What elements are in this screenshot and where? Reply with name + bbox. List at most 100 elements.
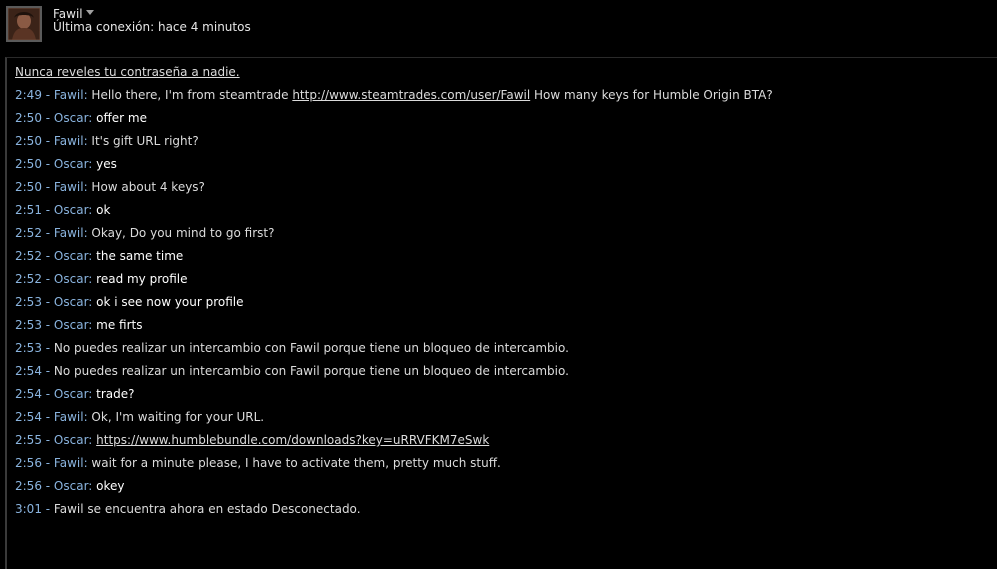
system-message: 3:01 - Fawil se encuentra ahora en estad… — [15, 501, 361, 517]
chat-message: 2:49 - Fawil: Hello there, I'm from stea… — [15, 87, 773, 103]
message-time: 2:50 — [15, 134, 42, 148]
system-text: No puedes realizar un intercambio con Fa… — [53, 341, 569, 355]
chat-message: 2:54 - Oscar: trade? — [15, 386, 135, 402]
message-link[interactable]: https://www.humblebundle.com/downloads?k… — [96, 433, 489, 447]
separator: - — [41, 88, 54, 102]
message-time: 2:52 — [15, 249, 42, 263]
message-time: 2:56 — [15, 456, 42, 470]
message-link[interactable]: http://www.steamtrades.com/user/Fawil — [292, 88, 530, 102]
security-warning: Nunca reveles tu contraseña a nadie. — [15, 65, 240, 79]
system-text: Fawil se encuentra ahora en estado Desco… — [53, 502, 361, 516]
chat-message: 2:55 - Oscar: https://www.humblebundle.c… — [15, 432, 489, 448]
message-sender: Oscar — [53, 157, 89, 171]
separator: : — [88, 387, 97, 401]
message-text: wait for a minute please, I have to acti… — [91, 456, 501, 470]
separator: - — [41, 479, 54, 493]
message-text: me firts — [96, 318, 143, 332]
message-time: 2:52 — [15, 226, 42, 240]
message-sender: Fawil — [53, 88, 84, 102]
message-time: 2:53 — [15, 318, 42, 332]
separator: : — [88, 111, 97, 125]
chat-message: 2:53 - Oscar: ok i see now your profile — [15, 294, 244, 310]
chat-header: Fawil Última conexión: hace 4 minutos — [0, 0, 997, 48]
message-sender: Oscar — [53, 295, 89, 309]
chat-message: 2:53 - Oscar: me firts — [15, 317, 143, 333]
message-sender: Fawil — [53, 456, 84, 470]
message-text: ok — [96, 203, 111, 217]
message-time: 2:54 — [15, 410, 42, 424]
separator: - — [41, 203, 54, 217]
chat-message: 2:56 - Fawil: wait for a minute please, … — [15, 455, 501, 471]
message-text: okey — [96, 479, 125, 493]
avatar[interactable] — [6, 6, 42, 42]
separator: : — [88, 157, 97, 171]
separator: - — [41, 387, 54, 401]
system-message: 2:53 - No puedes realizar un intercambio… — [15, 340, 569, 356]
message-text: read my profile — [96, 272, 188, 286]
chat-message: 2:52 - Oscar: the same time — [15, 248, 183, 264]
message-time: 2:51 — [15, 203, 42, 217]
message-text: offer me — [96, 111, 147, 125]
separator: : — [88, 318, 97, 332]
message-sender: Oscar — [53, 272, 89, 286]
message-time: 2:53 — [15, 341, 42, 355]
chat-message: 2:52 - Fawil: Okay, Do you mind to go fi… — [15, 225, 274, 241]
separator: - — [41, 134, 54, 148]
chevron-down-icon[interactable] — [86, 10, 94, 15]
separator: : — [88, 433, 97, 447]
system-message: 2:54 - No puedes realizar un intercambio… — [15, 363, 569, 379]
message-time: 2:52 — [15, 272, 42, 286]
chat-message: 2:51 - Oscar: ok — [15, 202, 110, 218]
message-time: 2:49 — [15, 88, 42, 102]
separator: - — [41, 318, 54, 332]
separator: : — [88, 272, 97, 286]
chat-message: 2:50 - Fawil: It's gift URL right? — [15, 133, 199, 149]
message-sender: Oscar — [53, 479, 89, 493]
message-sender: Oscar — [53, 387, 89, 401]
separator: - — [41, 226, 54, 240]
chat-message: 2:50 - Oscar: yes — [15, 156, 117, 172]
message-text: yes — [96, 157, 117, 171]
separator: : — [88, 249, 97, 263]
separator: - — [41, 295, 54, 309]
separator: - — [41, 410, 54, 424]
message-time: 2:53 — [15, 295, 42, 309]
message-sender: Fawil — [53, 410, 84, 424]
separator: - — [41, 341, 54, 355]
message-time: 2:54 — [15, 364, 42, 378]
message-sender: Oscar — [53, 203, 89, 217]
separator: - — [41, 272, 54, 286]
message-time: 2:50 — [15, 180, 42, 194]
system-text: No puedes realizar un intercambio con Fa… — [53, 364, 569, 378]
message-text: It's gift URL right? — [91, 134, 199, 148]
separator: - — [41, 157, 54, 171]
message-text: the same time — [96, 249, 184, 263]
message-time: 2:50 — [15, 157, 42, 171]
message-text: ok i see now your profile — [96, 295, 244, 309]
separator: - — [41, 433, 54, 447]
separator: - — [41, 364, 54, 378]
message-sender: Oscar — [53, 249, 89, 263]
last-seen-status: Última conexión: hace 4 minutos — [53, 20, 251, 34]
separator: - — [41, 249, 54, 263]
message-text: How many keys for Humble Origin BTA? — [530, 88, 773, 102]
chat-window: Fawil Última conexión: hace 4 minutos Nu… — [0, 0, 997, 569]
chat-log[interactable]: Nunca reveles tu contraseña a nadie. 2:4… — [5, 57, 997, 569]
message-time: 2:50 — [15, 111, 42, 125]
message-text: Hello there, I'm from steamtrade — [91, 88, 293, 102]
separator: - — [41, 180, 54, 194]
message-text: How about 4 keys? — [91, 180, 205, 194]
message-text: trade? — [96, 387, 135, 401]
separator: : — [88, 203, 97, 217]
separator: : — [88, 295, 97, 309]
message-text: Okay, Do you mind to go first? — [91, 226, 275, 240]
message-time: 2:56 — [15, 479, 42, 493]
separator: - — [41, 111, 54, 125]
message-sender: Fawil — [53, 180, 84, 194]
chat-message: 2:56 - Oscar: okey — [15, 478, 125, 494]
chat-message: 2:54 - Fawil: Ok, I'm waiting for your U… — [15, 409, 264, 425]
message-time: 2:55 — [15, 433, 42, 447]
message-sender: Oscar — [53, 318, 89, 332]
chat-message: 2:50 - Fawil: How about 4 keys? — [15, 179, 205, 195]
message-sender: Fawil — [53, 226, 84, 240]
